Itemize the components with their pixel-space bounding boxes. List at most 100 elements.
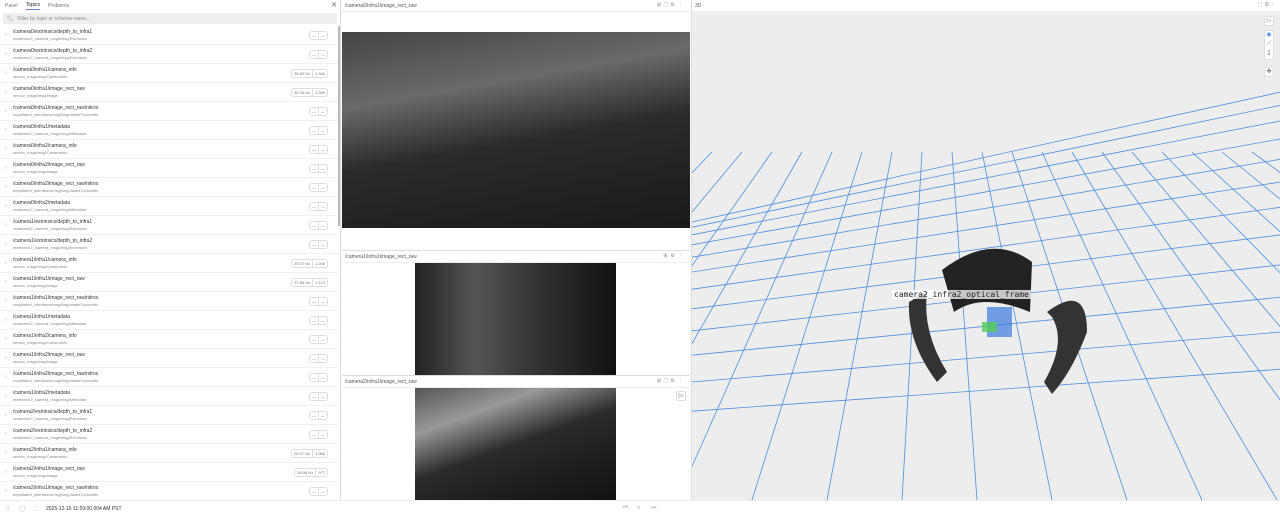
panel-controls-icon[interactable]: ⊞⛶⚙⋮ <box>657 378 686 384</box>
topic-row[interactable]: › /camera0/infra1/image_rect_raw sensor_… <box>0 83 338 102</box>
topic-frequency: 38.89 Hz <box>293 71 310 76</box>
chevron-right-icon[interactable]: › <box>5 298 7 304</box>
chevron-right-icon[interactable]: › <box>5 469 7 475</box>
chevron-right-icon[interactable]: › <box>5 127 7 133</box>
chevron-right-icon[interactable]: › <box>5 260 7 266</box>
topic-stats: — — <box>309 430 328 439</box>
topic-stats: — — <box>309 335 328 344</box>
bookmark-icon[interactable]: ▯ <box>6 505 9 512</box>
grid-line <box>692 104 1280 228</box>
chevron-right-icon[interactable]: › <box>5 393 7 399</box>
play-icon[interactable]: ▷ <box>676 391 686 401</box>
topic-row[interactable]: › /camera2/infra1/camera_info sensor_msg… <box>0 444 338 463</box>
panel-controls-icon[interactable]: ⊞⚙⋮ <box>663 253 686 259</box>
topic-message-count: — <box>318 241 327 248</box>
topic-row[interactable]: › /camera0/extrinsics/depth_to_infra1 re… <box>0 26 338 45</box>
panel-controls-icon[interactable]: ⛶⚙⋮ <box>1258 2 1276 8</box>
chevron-right-icon[interactable]: › <box>5 146 7 152</box>
topic-frequency: — <box>312 128 316 133</box>
topic-row[interactable]: › /camera2/extrinsics/depth_to_infra1 re… <box>0 406 338 425</box>
topic-row[interactable]: › /camera2/extrinsics/depth_to_infra2 re… <box>0 425 338 444</box>
chevron-right-icon[interactable]: › <box>5 279 7 285</box>
chevron-right-icon[interactable]: › <box>5 241 7 247</box>
topic-schema: realsense2_camera_msgs/msg/Extrinsics <box>13 55 87 60</box>
topic-row[interactable]: › /camera0/infra2/image_rect_raw/nitros … <box>0 178 338 197</box>
chevron-right-icon[interactable]: › <box>5 70 7 76</box>
3d-view-icon[interactable]: ◉ <box>1264 30 1274 40</box>
topic-message-count: — <box>318 374 327 381</box>
topic-search-input[interactable]: 🔍︎ Filter by topic or schema name... <box>3 13 337 24</box>
topic-row[interactable]: › /camera0/infra2/metadata realsense2_ca… <box>0 197 338 216</box>
tab-problems[interactable]: Problems <box>48 3 69 9</box>
topic-name: /camera0/extrinsics/depth_to_infra1 <box>13 29 93 35</box>
chevron-right-icon[interactable]: › <box>5 412 7 418</box>
sidebar-tabs: Panel Topics Problems ✕ <box>0 0 340 12</box>
chevron-right-icon[interactable]: › <box>5 108 7 114</box>
tab-topics[interactable]: Topics <box>25 2 40 10</box>
topic-row[interactable]: › /camera0/infra1/metadata realsense2_ca… <box>0 121 338 140</box>
topic-row[interactable]: › /camera0/infra2/camera_info sensor_msg… <box>0 140 338 159</box>
topic-row[interactable]: › /camera1/infra1/image_rect_raw/nitros … <box>0 292 338 311</box>
chevron-right-icon[interactable]: › <box>5 89 7 95</box>
topic-row[interactable]: › /camera1/infra1/image_rect_raw sensor_… <box>0 273 338 292</box>
chevron-right-icon[interactable]: › <box>5 336 7 342</box>
topic-name: /camera1/infra1/image_rect_raw/nitros <box>13 295 99 301</box>
topic-row[interactable]: › /camera0/infra1/image_rect_raw/nitros … <box>0 102 338 121</box>
pause-icon[interactable]: ⏸ <box>637 505 640 512</box>
topic-row[interactable]: › /camera1/infra1/camera_info sensor_msg… <box>0 254 338 273</box>
topic-row[interactable]: › /camera1/extrinsics/depth_to_infra2 re… <box>0 235 338 254</box>
topic-row[interactable]: › /camera0/infra2/image_rect_raw sensor_… <box>0 159 338 178</box>
topic-row[interactable]: › /camera1/extrinsics/depth_to_infra1 re… <box>0 216 338 235</box>
chevron-right-icon[interactable]: › <box>5 222 7 228</box>
topic-row[interactable]: › /camera0/extrinsics/depth_to_infra2 re… <box>0 45 338 64</box>
seek-forward-icon[interactable]: ⏭ <box>651 505 656 512</box>
topic-row[interactable]: › /camera2/infra1/image_rect_raw sensor_… <box>0 463 338 482</box>
topic-row[interactable]: › /camera1/infra2/camera_info sensor_msg… <box>0 330 338 349</box>
tab-panel[interactable]: Panel <box>5 3 18 9</box>
panel-controls-icon[interactable]: ⊞⛶⚙⋮ <box>657 2 686 8</box>
info-icon[interactable]: ◯ <box>19 505 26 512</box>
follow-mode-icon[interactable]: ✥ <box>1264 67 1274 77</box>
topic-stats: — — <box>309 373 328 382</box>
loop-icon[interactable]: ⬚ <box>33 505 39 512</box>
measure-icon[interactable]: ⟋ <box>1264 40 1274 50</box>
chevron-right-icon[interactable]: › <box>5 450 7 456</box>
close-icon[interactable]: ✕ <box>331 1 337 9</box>
topic-row[interactable]: › /camera1/infra1/metadata realsense2_ca… <box>0 311 338 330</box>
topic-schema: realsense2_camera_msgs/msg/Extrinsics <box>13 245 87 250</box>
chevron-right-icon[interactable]: › <box>5 184 7 190</box>
topic-frequency: — <box>312 318 316 323</box>
chevron-right-icon[interactable]: › <box>5 51 7 57</box>
playback-bar: ▯ ◯ ⬚ 2025-12-15 11:59:00.004 AM PST ⏮ ⏸… <box>0 500 1280 515</box>
seek-back-icon[interactable]: ⏮ <box>623 505 628 512</box>
topic-row[interactable]: › /camera1/infra2/metadata realsense2_ca… <box>0 387 338 406</box>
grid-line <box>1101 151 1280 401</box>
grid-line <box>692 368 1280 412</box>
chevron-right-icon[interactable]: › <box>5 488 7 494</box>
interact-icon[interactable]: ▷ <box>1264 16 1274 26</box>
chevron-right-icon[interactable]: › <box>5 431 7 437</box>
topic-stats: — — <box>309 164 328 173</box>
topic-schema: sensor_msgs/msg/CameraInfo <box>13 74 68 79</box>
chevron-right-icon[interactable]: › <box>5 32 7 38</box>
3d-grid <box>692 91 1280 500</box>
topic-name: /camera2/extrinsics/depth_to_infra2 <box>13 428 93 434</box>
topic-row[interactable]: › /camera1/infra2/image_rect_raw/nitros … <box>0 368 338 387</box>
topic-stats: — — <box>309 316 328 325</box>
topic-name: /camera0/infra1/image_rect_raw/nitros <box>13 105 99 111</box>
topic-row[interactable]: › /camera0/infra1/camera_info sensor_msg… <box>0 64 338 83</box>
3d-panel[interactable]: 3D ⛶⚙⋮ ▷ ◉ ⟋ ↧ ✥ <box>691 0 1280 500</box>
topic-stats: — — <box>309 411 328 420</box>
publish-pose-icon[interactable]: ↧ <box>1264 50 1274 60</box>
panel-title: /camera0/infra1/image_rect_raw <box>345 3 417 9</box>
topic-row[interactable]: › /camera2/infra1/image_rect_raw/nitros … <box>0 482 338 501</box>
chevron-right-icon[interactable]: › <box>5 374 7 380</box>
chevron-right-icon[interactable]: › <box>5 203 7 209</box>
topic-name: /camera1/infra1/metadata <box>13 314 70 320</box>
chevron-right-icon[interactable]: › <box>5 355 7 361</box>
topic-message-count: 1,346 <box>311 70 327 77</box>
scrollbar[interactable] <box>338 26 340 226</box>
chevron-right-icon[interactable]: › <box>5 317 7 323</box>
topic-row[interactable]: › /camera1/infra2/image_rect_raw sensor_… <box>0 349 338 368</box>
chevron-right-icon[interactable]: › <box>5 165 7 171</box>
